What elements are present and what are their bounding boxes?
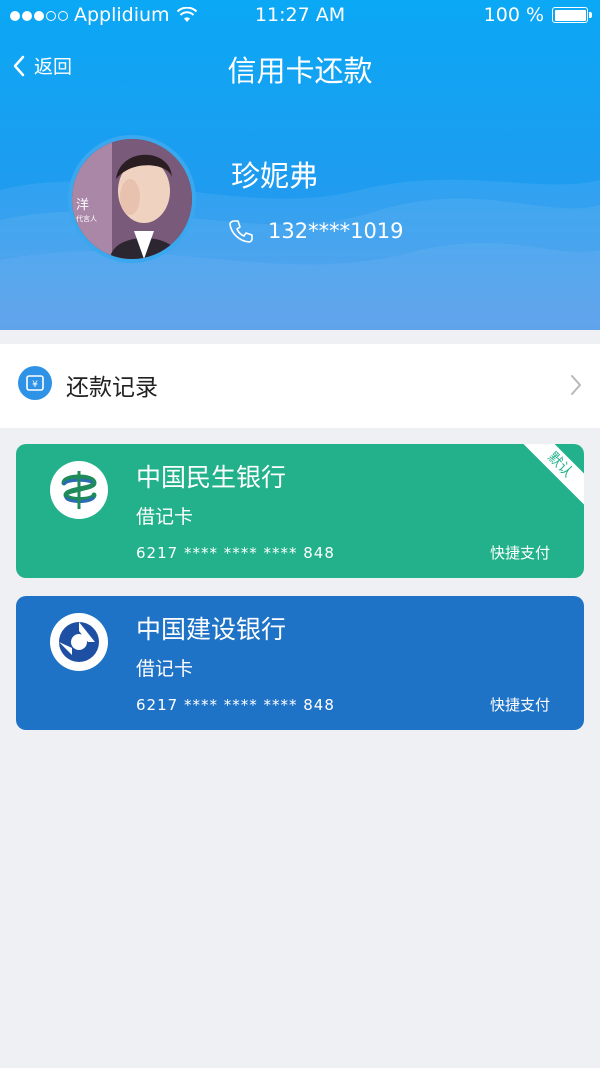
battery-icon [552, 7, 592, 23]
quick-pay-label: 快捷支付 [489, 544, 550, 562]
ccb-bank-logo-icon [50, 613, 108, 671]
card-number: 6217 **** **** **** 848 [136, 544, 335, 562]
svg-text:¥: ¥ [32, 380, 38, 390]
user-name: 珍妮弗 [231, 159, 319, 193]
card-type: 借记卡 [136, 658, 194, 680]
phone-number: 132****1019 [268, 219, 404, 243]
battery-percent: 100 % [483, 4, 544, 26]
bank-name: 中国民生银行 [136, 463, 287, 492]
repayment-records-label: 还款记录 [66, 375, 158, 401]
quick-pay-label: 快捷支付 [489, 696, 550, 714]
page-title: 信用卡还款 [227, 54, 373, 88]
minsheng-bank-logo-icon [50, 461, 108, 519]
bank-name: 中国建设银行 [136, 615, 287, 644]
avatar-overlay-text: 洋 [76, 198, 89, 213]
card-number: 6217 **** **** **** 848 [136, 696, 335, 714]
avatar[interactable]: 洋 代言人 [68, 135, 196, 263]
profile-header: Applidium 11:27 AM 100 % 返回 信用卡还款 洋 代言人 … [0, 0, 600, 330]
avatar-overlay-subtext: 代言人 [76, 214, 97, 223]
status-bar: Applidium 11:27 AM 100 % [0, 0, 600, 32]
phone-icon [229, 220, 253, 243]
bank-card-minsheng[interactable]: 中国民生银行 借记卡 6217 **** **** **** 848 快捷支付 … [16, 444, 584, 578]
bank-card-ccb[interactable]: 中国建设银行 借记卡 6217 **** **** **** 848 快捷支付 [16, 596, 584, 730]
chevron-right-icon [571, 375, 581, 395]
record-icon: ¥ [18, 366, 52, 400]
repayment-records-row[interactable]: ¥ 还款记录 [0, 344, 600, 428]
phone-row: 132****1019 [228, 218, 404, 244]
default-badge: 默认 [516, 444, 584, 509]
card-type: 借记卡 [136, 506, 194, 528]
battery-status: 100 % [483, 4, 592, 26]
avatar-image: 洋 代言人 [72, 139, 192, 259]
